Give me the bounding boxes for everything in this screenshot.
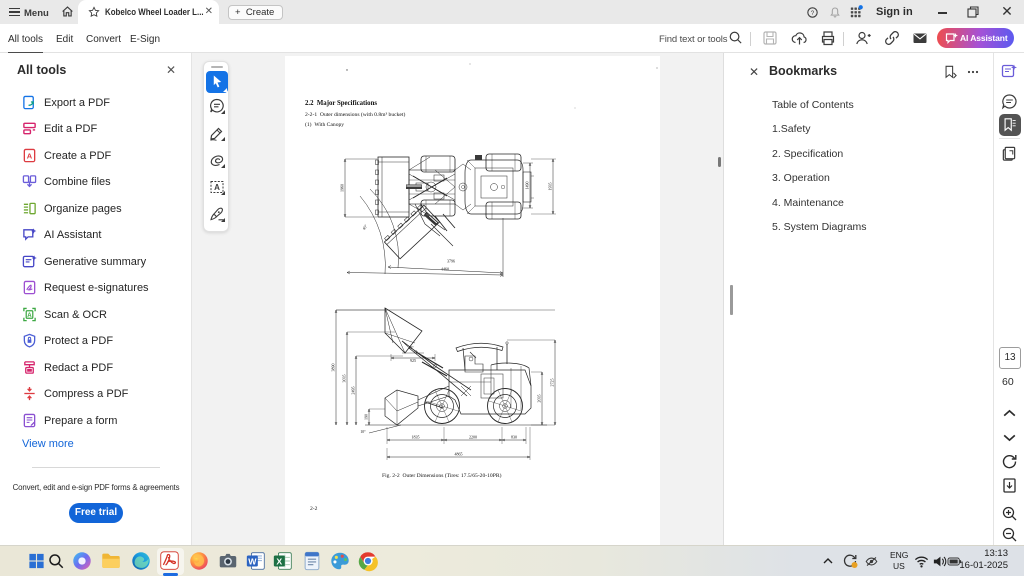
svg-text:45°: 45° (408, 346, 414, 350)
svg-text:3890: 3890 (331, 364, 336, 372)
svg-text:925: 925 (410, 358, 416, 363)
svg-text:A: A (214, 183, 220, 192)
svg-text:10°: 10° (360, 430, 366, 434)
svg-text:2200: 2200 (469, 435, 477, 440)
svg-text:1960: 1960 (340, 184, 345, 192)
svg-text:3035: 3035 (342, 375, 347, 383)
svg-text:45°: 45° (361, 223, 368, 231)
svg-text:190: 190 (364, 414, 369, 420)
svg-text:A: A (27, 151, 33, 160)
svg-text:4865: 4865 (455, 452, 463, 457)
svg-text:4460: 4460 (441, 267, 449, 272)
svg-text:3796: 3796 (447, 259, 455, 264)
svg-text:2725: 2725 (550, 379, 555, 387)
svg-text:1835: 1835 (412, 435, 420, 440)
svg-text:2035: 2035 (537, 395, 542, 403)
svg-text:1935: 1935 (548, 183, 553, 191)
svg-text:?: ? (811, 10, 815, 17)
svg-text:830: 830 (511, 435, 517, 440)
svg-text:W: W (248, 556, 257, 566)
svg-text:1490: 1490 (525, 182, 530, 190)
svg-text:2495: 2495 (351, 387, 356, 395)
svg-text:X: X (276, 556, 282, 566)
svg-text:A: A (27, 311, 32, 318)
